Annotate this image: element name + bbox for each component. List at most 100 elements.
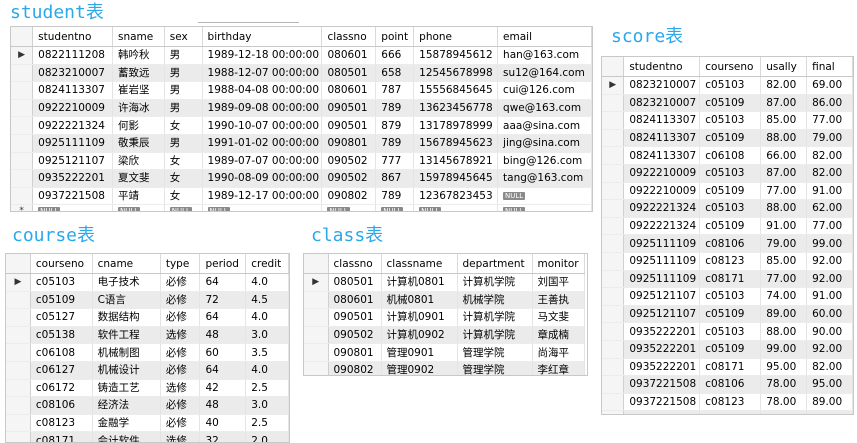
- table-cell[interactable]: c08106: [699, 375, 762, 394]
- row-selector[interactable]: [602, 94, 625, 113]
- row-selector[interactable]: [602, 234, 625, 253]
- table-cell[interactable]: qwe@163.com: [497, 99, 592, 118]
- table-cell[interactable]: 必修: [160, 291, 201, 310]
- table-row[interactable]: 0922221324 c05109 91.00 77.00: [602, 217, 853, 236]
- table-cell[interactable]: 090501: [321, 99, 377, 118]
- table-cell[interactable]: 48: [199, 396, 247, 415]
- table-row[interactable]: 0922210009 c05103 87.00 82.00: [602, 164, 853, 183]
- table-cell[interactable]: 管理0902: [381, 361, 458, 375]
- table-cell[interactable]: 72: [199, 291, 247, 310]
- table-cell[interactable]: 080601: [328, 291, 382, 310]
- table-cell[interactable]: 经济法: [92, 396, 161, 415]
- row-selector[interactable]: [11, 134, 34, 153]
- row-selector[interactable]: [602, 270, 625, 289]
- table-row[interactable]: 0922210009 c05109 77.00 91.00: [602, 182, 853, 201]
- row-selector[interactable]: [602, 252, 625, 271]
- table-cell[interactable]: 90.00: [806, 322, 853, 341]
- table-cell[interactable]: 2.5: [245, 414, 289, 433]
- table-row[interactable]: 0824113307 c06108 66.00 82.00: [602, 146, 853, 165]
- table-row[interactable]: 0935222201 c05103 88.00 90.00: [602, 322, 853, 341]
- table-cell[interactable]: c06127: [30, 361, 93, 380]
- table-cell[interactable]: 0925121107: [623, 287, 701, 306]
- table-cell[interactable]: 0935222201: [623, 358, 701, 377]
- table-row[interactable]: 0823210007 蓄致远男 1988-12-07 00:00:00 080501 6…: [11, 64, 592, 83]
- row-selector[interactable]: [602, 393, 625, 412]
- table-cell[interactable]: 74.00: [760, 287, 808, 306]
- table-cell[interactable]: 0824113307: [32, 81, 113, 100]
- table-cell[interactable]: c05138: [30, 326, 93, 345]
- table-cell[interactable]: 女: [164, 187, 203, 206]
- table-cell[interactable]: 软件工程: [92, 326, 161, 345]
- table-cell[interactable]: c05109: [699, 305, 762, 324]
- row-selector[interactable]: [6, 308, 31, 327]
- table-cell[interactable]: 0823210007: [623, 76, 701, 95]
- table-cell[interactable]: su12@164.com: [497, 64, 592, 83]
- table-cell[interactable]: 15556845645: [413, 81, 499, 100]
- table-cell[interactable]: 88.00: [760, 199, 808, 218]
- table-cell[interactable]: c08171: [699, 270, 762, 289]
- table-cell[interactable]: 1991-01-02 00:00:00: [202, 134, 323, 153]
- table-cell[interactable]: 789: [375, 187, 415, 206]
- row-selector[interactable]: [11, 81, 34, 100]
- table-cell[interactable]: 090501: [328, 308, 382, 327]
- table-cell[interactable]: 管理学院: [457, 343, 533, 362]
- table-cell[interactable]: 77.00: [760, 182, 808, 201]
- table-cell[interactable]: 78.00: [760, 375, 808, 394]
- table-cell[interactable]: 0925121107: [623, 305, 701, 324]
- column-header[interactable]: period: [199, 254, 247, 274]
- table-cell[interactable]: 1989-07-07 00:00:00: [202, 152, 323, 171]
- table-cell[interactable]: 敬秉辰: [112, 134, 165, 153]
- table-cell[interactable]: han@163.com: [497, 46, 592, 65]
- table-cell[interactable]: 女: [164, 169, 203, 188]
- table-cell[interactable]: 82.00: [806, 164, 853, 183]
- table-row[interactable]: 0935222201 c05109 99.00 92.00: [602, 340, 853, 359]
- table-cell[interactable]: 92.00: [806, 270, 853, 289]
- row-selector[interactable]: [11, 99, 34, 118]
- table-cell[interactable]: 87.00: [760, 94, 808, 113]
- table-cell[interactable]: aaa@sina.com: [497, 116, 592, 135]
- table-row[interactable]: 090801 管理0901 管理学院 尚海平: [304, 343, 585, 362]
- student-grid[interactable]: studentno sname sex birthday classno poi…: [10, 26, 593, 212]
- table-cell[interactable]: 选修: [160, 431, 201, 442]
- row-selector[interactable]: [602, 164, 625, 183]
- table-cell[interactable]: 15878945612: [413, 46, 499, 65]
- table-cell[interactable]: 48: [199, 326, 247, 345]
- table-cell[interactable]: C语言: [92, 291, 161, 310]
- column-header[interactable]: studentno: [623, 57, 701, 77]
- row-selector[interactable]: [304, 308, 329, 327]
- table-cell[interactable]: 王善执: [532, 291, 585, 310]
- row-selector[interactable]: [11, 187, 34, 206]
- table-row[interactable]: 0925121107 c05103 74.00 91.00: [602, 287, 853, 306]
- table-row[interactable]: c08106 经济法 必修 48 3.0: [6, 396, 289, 415]
- table-cell[interactable]: 85.00: [760, 111, 808, 130]
- table-cell[interactable]: 0922221324: [623, 217, 701, 236]
- table-cell[interactable]: 0925121107: [32, 152, 113, 171]
- table-cell[interactable]: c08123: [699, 252, 762, 271]
- table-cell[interactable]: c06108: [30, 343, 93, 362]
- table-cell[interactable]: 管理学院: [457, 361, 533, 375]
- table-row[interactable]: 080601 机械0801 机械学院 王善执: [304, 291, 585, 310]
- table-cell[interactable]: 879: [375, 116, 415, 135]
- course-grid[interactable]: courseno cname type period credit ▶ c0510…: [5, 253, 290, 443]
- column-header[interactable]: final: [806, 57, 853, 77]
- column-header[interactable]: studentno: [32, 27, 113, 47]
- table-cell[interactable]: 计算机学院: [457, 308, 533, 327]
- table-cell[interactable]: 13178978999: [413, 116, 499, 135]
- table-cell[interactable]: 0937221508: [623, 393, 701, 412]
- table-cell[interactable]: 64: [199, 308, 247, 327]
- table-cell[interactable]: 男: [164, 64, 203, 83]
- table-cell[interactable]: 0925111109: [623, 252, 701, 271]
- table-cell[interactable]: c08171: [30, 431, 93, 442]
- table-cell[interactable]: 金融学: [92, 414, 161, 433]
- table-cell[interactable]: 0824113307: [623, 129, 701, 148]
- table-cell[interactable]: 马文斐: [532, 308, 585, 327]
- table-cell[interactable]: 91.00: [806, 182, 853, 201]
- table-cell[interactable]: 98.00: [806, 410, 853, 414]
- table-cell[interactable]: 91.00: [760, 217, 808, 236]
- row-selector[interactable]: [304, 343, 329, 362]
- table-cell[interactable]: 电子技术: [92, 273, 161, 292]
- table-cell[interactable]: 计算机0902: [381, 326, 458, 345]
- table-row[interactable]: 0925121107 梁欣女 1989-07-07 00:00:00 090502 77…: [11, 152, 592, 171]
- row-selector[interactable]: [6, 431, 31, 442]
- table-cell[interactable]: 2.5: [245, 379, 289, 398]
